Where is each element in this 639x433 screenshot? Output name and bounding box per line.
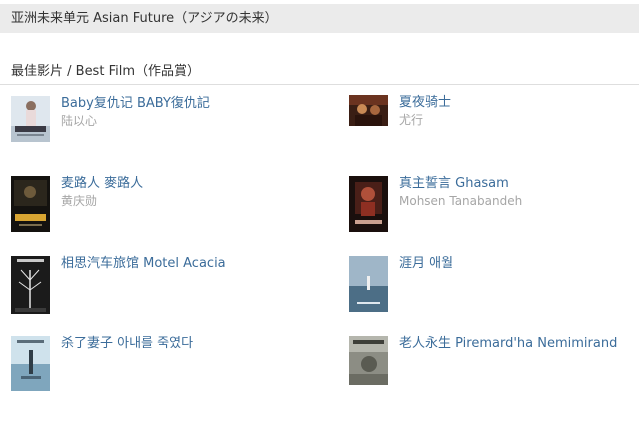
film-item: Baby复仇记 BABY復仇記 陆以心 — [11, 96, 301, 158]
movie-poster-icon[interactable] — [349, 336, 388, 385]
film-title-link[interactable]: 麦路人 麥路人 — [61, 176, 143, 192]
film-title-link[interactable]: 涯月 애월 — [399, 256, 453, 272]
film-director: 尤行 — [399, 113, 424, 127]
section-title: 亚洲未来单元 Asian Future（アジアの未来） — [11, 11, 278, 26]
film-title-link[interactable]: 相思汽车旅馆 Motel Acacia — [61, 256, 226, 272]
movie-poster-icon[interactable] — [11, 256, 50, 314]
movie-poster-icon[interactable] — [349, 256, 388, 312]
film-title-link[interactable]: Baby复仇记 BABY復仇記 — [61, 96, 210, 112]
film-title-link[interactable]: 真主誓言 Ghasam — [399, 176, 509, 192]
film-director: 黄庆勋 — [61, 194, 98, 208]
film-title-link[interactable]: 老人永生 Piremard'ha Nemimirand — [399, 336, 617, 352]
movie-poster-icon[interactable] — [349, 176, 388, 232]
movie-poster-icon[interactable] — [349, 95, 388, 126]
award-title: 最佳影片 / Best Film（作品賞） — [11, 64, 200, 79]
section-header: 亚洲未来单元 Asian Future（アジアの未来） — [0, 4, 639, 33]
film-item: 杀了妻子 아내를 죽였다 — [11, 336, 301, 398]
film-item: 涯月 애월 — [349, 256, 639, 318]
film-director: Mohsen Tanabandeh — [399, 194, 523, 208]
film-title-link[interactable]: 夏夜骑士 — [399, 95, 451, 111]
film-item: 相思汽车旅馆 Motel Acacia — [11, 256, 301, 318]
divider — [0, 84, 639, 85]
movie-poster-icon[interactable] — [11, 336, 50, 391]
page: 亚洲未来单元 Asian Future（アジアの未来） 最佳影片 / Best … — [0, 0, 639, 433]
film-item: 老人永生 Piremard'ha Nemimirand — [349, 336, 639, 398]
film-item: 麦路人 麥路人 黄庆勋 — [11, 176, 301, 238]
film-director: 陆以心 — [61, 114, 98, 128]
movie-poster-icon[interactable] — [11, 176, 50, 232]
movie-poster-icon[interactable] — [11, 96, 50, 142]
film-item: 真主誓言 Ghasam Mohsen Tanabandeh — [349, 176, 639, 238]
film-item: 夏夜骑士 尤行 — [349, 95, 639, 157]
film-title-link[interactable]: 杀了妻子 아내를 죽였다 — [61, 336, 193, 352]
